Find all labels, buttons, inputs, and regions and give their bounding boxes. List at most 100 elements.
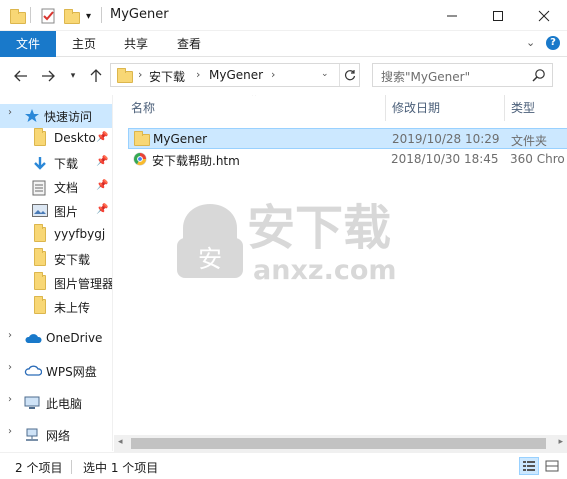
expand-icon[interactable]: › — [8, 394, 12, 405]
folder-icon — [32, 128, 48, 146]
horizontal-scrollbar[interactable]: ◂ ▸ — [114, 435, 567, 452]
computer-icon — [24, 396, 40, 410]
help-icon[interactable]: ? — [546, 36, 560, 50]
sidebar-item-yyyfbygj[interactable]: yyyfbygj — [0, 223, 112, 247]
file-name: MyGener — [153, 132, 208, 146]
file-type: 360 Chro — [510, 152, 565, 166]
sidebar-item-label: 快速访问 — [44, 110, 93, 124]
scroll-left-icon[interactable]: ◂ — [118, 437, 123, 447]
sidebar-item-downloads[interactable]: 下载 📌 — [0, 151, 112, 175]
tab-file[interactable]: 文件 — [0, 31, 56, 57]
svg-text:安: 安 — [198, 245, 222, 273]
sidebar-item-not-uploaded[interactable]: 未上传 — [0, 295, 112, 319]
window-title: MyGener — [110, 7, 169, 22]
expand-icon[interactable]: › — [8, 107, 12, 118]
file-row[interactable]: MyGener 2019/10/28 10:29 文件夹 — [128, 128, 567, 149]
watermark-text: 安下载 — [247, 200, 392, 256]
search-input[interactable]: 搜索"MyGener" — [372, 63, 553, 87]
network-icon — [24, 428, 40, 442]
download-icon — [32, 156, 48, 170]
file-date: 2019/10/28 10:29 — [392, 132, 500, 146]
folder-icon — [32, 248, 48, 266]
sidebar-item-this-pc[interactable]: › 此电脑 — [0, 391, 112, 415]
new-folder-icon[interactable] — [64, 7, 80, 25]
ribbon: 文件 主页 共享 查看 ⌄ ? — [0, 31, 567, 57]
tab-share[interactable]: 共享 — [122, 31, 150, 57]
refresh-button[interactable] — [339, 64, 359, 86]
minimize-button[interactable] — [429, 0, 475, 31]
sidebar-item-label: 安下载 — [54, 253, 91, 267]
properties-icon[interactable] — [40, 7, 56, 25]
scrollbar-thumb[interactable] — [131, 438, 546, 449]
sidebar-item-pictures[interactable]: 图片 📌 — [0, 199, 112, 223]
file-type: 文件夹 — [511, 134, 548, 148]
recent-locations-icon[interactable]: ▾ — [62, 65, 84, 87]
cloud-icon — [24, 332, 42, 346]
sidebar-item-documents[interactable]: 文档 📌 — [0, 175, 112, 199]
chevron-right-icon[interactable]: › — [138, 68, 142, 81]
details-view-button[interactable] — [519, 457, 539, 475]
back-button[interactable] — [10, 65, 32, 87]
picture-icon — [32, 204, 48, 218]
search-placeholder: 搜索"MyGener" — [381, 70, 471, 84]
tab-home[interactable]: 主页 — [70, 31, 98, 57]
item-count: 2 个项目 — [15, 461, 63, 475]
tab-view[interactable]: 查看 — [175, 31, 203, 57]
column-header-date[interactable]: 修改日期 — [392, 95, 440, 121]
sidebar-item-network[interactable]: › 网络 — [0, 423, 112, 447]
sort-ascending-icon: ⌃ — [250, 95, 259, 103]
scroll-right-icon[interactable]: ▸ — [558, 437, 563, 447]
navigation-pane: › 快速访问 Deskto 📌 下载 📌 文档 📌 图片 📌 yyyfbygj — [0, 95, 113, 451]
search-icon[interactable] — [532, 68, 546, 85]
sidebar-item-anxiazai[interactable]: 安下载 — [0, 247, 112, 271]
watermark: 安 安下载 anxz.com — [175, 197, 415, 297]
column-header-type[interactable]: 类型 — [511, 95, 535, 121]
status-divider — [71, 460, 72, 474]
address-dropdown-icon[interactable]: ⌄ — [321, 69, 329, 79]
forward-button[interactable] — [37, 65, 59, 87]
file-name: 安下载帮助.htm — [152, 154, 240, 168]
title-bar: ▾ MyGener — [0, 0, 567, 31]
sidebar-item-label: 下载 — [54, 157, 79, 171]
sidebar-item-picture-manager[interactable]: 图片管理器 — [0, 271, 112, 295]
large-icons-view-button[interactable] — [542, 457, 562, 475]
shield-icon: 安 — [177, 204, 243, 278]
toolbar-divider — [30, 7, 31, 23]
expand-icon[interactable]: › — [8, 330, 12, 341]
sidebar-item-label: 图片 — [54, 205, 79, 219]
sidebar-item-label: 未上传 — [54, 301, 91, 315]
file-row[interactable]: 安下载帮助.htm 2018/10/30 18:45 360 Chro — [128, 149, 567, 170]
maximize-button[interactable] — [475, 0, 521, 31]
address-bar[interactable]: › 安下载 › MyGener › ⌄ — [110, 63, 360, 87]
sidebar-item-label: Deskto — [54, 131, 96, 145]
pin-icon[interactable]: 📌 — [96, 204, 108, 215]
selected-count: 选中 1 个项目 — [83, 461, 159, 475]
sidebar-item-label: 文档 — [54, 181, 79, 195]
column-divider[interactable] — [504, 95, 505, 121]
folder-icon — [10, 7, 26, 25]
expand-icon[interactable]: › — [8, 362, 12, 373]
document-icon — [32, 180, 48, 196]
folder-icon — [134, 131, 150, 146]
breadcrumb-item[interactable]: MyGener — [209, 68, 263, 82]
sidebar-item-wps-drive[interactable]: › WPS网盘 — [0, 359, 112, 383]
breadcrumb-item[interactable]: 安下载 — [149, 68, 185, 85]
up-button[interactable] — [85, 65, 107, 87]
cloud-outline-icon — [24, 364, 43, 378]
sidebar-item-label: 网络 — [46, 429, 71, 443]
close-button[interactable] — [521, 0, 567, 31]
chevron-right-icon[interactable]: › — [196, 68, 200, 81]
chevron-right-icon[interactable]: › — [271, 68, 275, 81]
customize-toolbar-icon[interactable]: ▾ — [86, 7, 91, 25]
column-divider[interactable] — [385, 95, 386, 121]
expand-ribbon-icon[interactable]: ⌄ — [526, 36, 535, 49]
pin-icon[interactable]: 📌 — [96, 132, 108, 143]
pin-icon[interactable]: 📌 — [96, 180, 108, 191]
sidebar-item-quick-access[interactable]: › 快速访问 — [0, 104, 112, 128]
sidebar-item-onedrive[interactable]: › OneDrive — [0, 327, 112, 351]
sidebar-item-desktop[interactable]: Deskto 📌 — [0, 127, 112, 151]
folder-icon — [32, 296, 48, 314]
expand-icon[interactable]: › — [8, 426, 12, 437]
column-header-name[interactable]: 名称 — [131, 95, 155, 121]
pin-icon[interactable]: 📌 — [96, 156, 108, 167]
